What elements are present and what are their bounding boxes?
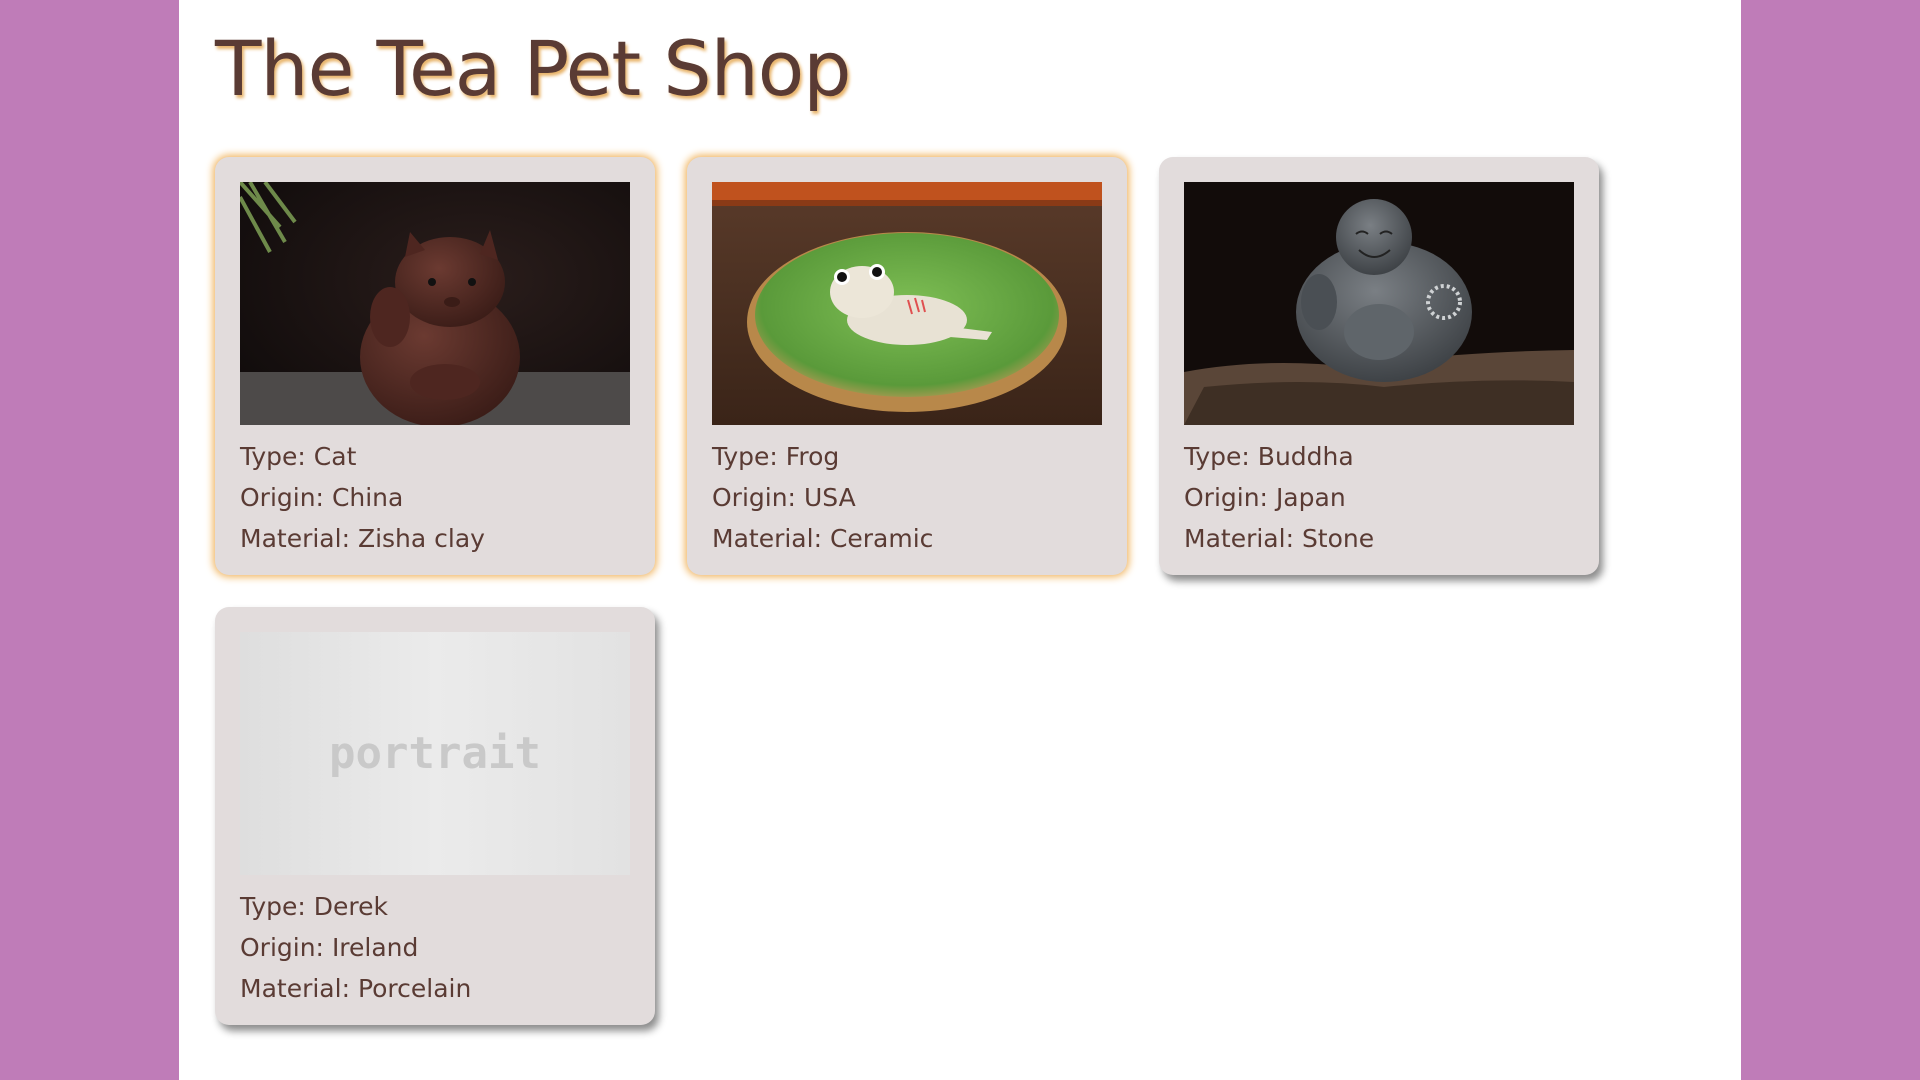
frog-figurine-image	[712, 182, 1102, 425]
origin-label: Origin:	[1184, 483, 1276, 512]
type-row: Type: Cat	[240, 436, 630, 477]
portrait-placeholder-image: portrait	[240, 632, 630, 875]
product-card-derek[interactable]: portrait Type: Derek Origin: Ireland Mat…	[215, 607, 655, 1025]
type-label: Type:	[240, 442, 314, 471]
origin-value: Japan	[1275, 483, 1346, 512]
type-label: Type:	[712, 442, 786, 471]
origin-label: Origin:	[712, 483, 804, 512]
material-row: Material: Porcelain	[240, 968, 630, 1009]
type-value: Derek	[313, 892, 389, 921]
origin-row: Origin: Ireland	[240, 927, 630, 968]
page-content: The Tea Pet Shop Type: Cat Origin: China…	[179, 0, 1741, 1080]
origin-value: USA	[803, 483, 856, 512]
material-row: Material: Stone	[1184, 518, 1574, 559]
placeholder-text: portrait	[329, 728, 541, 779]
product-info: Type: Cat Origin: China Material: Zisha …	[240, 436, 630, 559]
type-row: Type: Derek	[240, 886, 630, 927]
product-info: Type: Buddha Origin: Japan Material: Sto…	[1184, 436, 1574, 559]
material-value: Porcelain	[357, 974, 472, 1003]
type-value: Cat	[313, 442, 357, 471]
material-row: Material: Ceramic	[712, 518, 1102, 559]
product-card-buddha[interactable]: Type: Buddha Origin: Japan Material: Sto…	[1159, 157, 1599, 575]
product-info: Type: Derek Origin: Ireland Material: Po…	[240, 886, 630, 1009]
buddha-statue-image	[1184, 182, 1574, 425]
type-row: Type: Frog	[712, 436, 1102, 477]
origin-value: Ireland	[331, 933, 419, 962]
product-card-frog[interactable]: Type: Frog Origin: USA Material: Ceramic	[687, 157, 1127, 575]
origin-value: China	[331, 483, 404, 512]
product-card-cat[interactable]: Type: Cat Origin: China Material: Zisha …	[215, 157, 655, 575]
cat-figurine-image	[240, 182, 630, 425]
origin-row: Origin: China	[240, 477, 630, 518]
product-info: Type: Frog Origin: USA Material: Ceramic	[712, 436, 1102, 559]
page-title: The Tea Pet Shop	[215, 24, 851, 113]
origin-label: Origin:	[240, 483, 332, 512]
type-label: Type:	[1184, 442, 1258, 471]
origin-row: Origin: Japan	[1184, 477, 1574, 518]
type-label: Type:	[240, 892, 314, 921]
material-value: Stone	[1301, 524, 1375, 553]
type-value: Buddha	[1257, 442, 1354, 471]
origin-label: Origin:	[240, 933, 332, 962]
type-row: Type: Buddha	[1184, 436, 1574, 477]
material-label: Material:	[240, 974, 358, 1003]
material-row: Material: Zisha clay	[240, 518, 630, 559]
material-label: Material:	[1184, 524, 1302, 553]
material-value: Ceramic	[829, 524, 934, 553]
type-value: Frog	[785, 442, 840, 471]
material-label: Material:	[712, 524, 830, 553]
origin-row: Origin: USA	[712, 477, 1102, 518]
material-value: Zisha clay	[357, 524, 485, 553]
material-label: Material:	[240, 524, 358, 553]
